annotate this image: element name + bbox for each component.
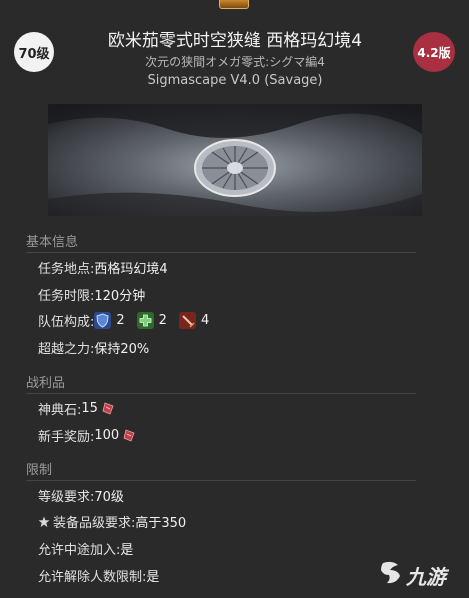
- row-ilvl-requirement: 装备品级要求: 高于350: [38, 512, 186, 531]
- tank-count: 2: [116, 313, 125, 328]
- tomestone-value: 15: [81, 401, 98, 416]
- tomestone-icon: [123, 429, 135, 442]
- level-badge: 70级: [14, 32, 54, 72]
- row-level-requirement: 等级要求: 70级: [38, 486, 124, 505]
- version-badge: 4.2版: [413, 32, 455, 72]
- sync-value: 保持20%: [94, 342, 150, 357]
- join-value: 是: [120, 543, 134, 558]
- gear-star-icon: [38, 516, 50, 528]
- watermark: 九游: [378, 560, 446, 590]
- ilvl-req-label: 装备品级要求:: [53, 516, 136, 531]
- location-label: 任务地点:: [38, 262, 95, 277]
- section-basic-heading: 基本信息: [26, 231, 416, 253]
- duty-title: 欧米茄零式时空狭缝 西格玛幻境4: [107, 31, 363, 51]
- sync-label: 超越之力:: [38, 342, 95, 357]
- row-sync: 超越之力: 保持20%: [38, 338, 149, 357]
- healer-cross-icon: [136, 312, 154, 329]
- row-join-in-progress: 允许中途加入: 是: [38, 539, 133, 558]
- row-location: 任务地点: 西格玛幻境4: [38, 258, 168, 277]
- sword-icon: [178, 312, 196, 329]
- unrestricted-value: 是: [146, 570, 160, 585]
- section-loot-heading: 战利品: [26, 372, 416, 394]
- row-party-composition: 队伍构成: 2 2 4: [38, 311, 209, 330]
- tomestone-label: 神典石:: [38, 403, 82, 418]
- duty-type-icon: [219, 0, 249, 9]
- unrestricted-label: 允许解除人数限制:: [38, 570, 147, 585]
- watermark-logo-icon: [378, 560, 404, 590]
- row-unrestricted-party: 允许解除人数限制: 是: [38, 566, 159, 585]
- duty-banner-image: [48, 104, 422, 216]
- duty-subtitle-en: Sigmascape V4.0 (Savage): [147, 73, 323, 88]
- dps-count: 4: [200, 313, 210, 328]
- watermark-text: 九游: [406, 564, 446, 589]
- healer-count: 2: [158, 313, 167, 328]
- duty-subtitle-jp: 次元の狭間オメガ零式:シグマ編4: [145, 55, 325, 69]
- rookie-label: 新手奖励:: [38, 430, 95, 445]
- ilvl-req-value: 高于350: [135, 516, 187, 531]
- rookie-value: 100: [94, 428, 120, 443]
- party-label: 队伍构成:: [38, 315, 95, 330]
- section-restrictions-heading: 限制: [26, 459, 416, 481]
- time-limit-label: 任务时限:: [38, 289, 95, 304]
- row-tomestone: 神典石: 15: [38, 399, 114, 418]
- tomestone-icon: [102, 402, 114, 415]
- row-time-limit: 任务时限: 120分钟: [38, 285, 145, 304]
- join-label: 允许中途加入:: [38, 543, 121, 558]
- time-limit-value: 120分钟: [94, 289, 146, 304]
- row-rookie-bonus: 新手奖励: 100: [38, 426, 135, 445]
- shield-icon: [94, 312, 112, 329]
- level-req-value: 70级: [94, 490, 124, 505]
- level-req-label: 等级要求:: [38, 490, 95, 505]
- location-value: 西格玛幻境4: [94, 262, 168, 277]
